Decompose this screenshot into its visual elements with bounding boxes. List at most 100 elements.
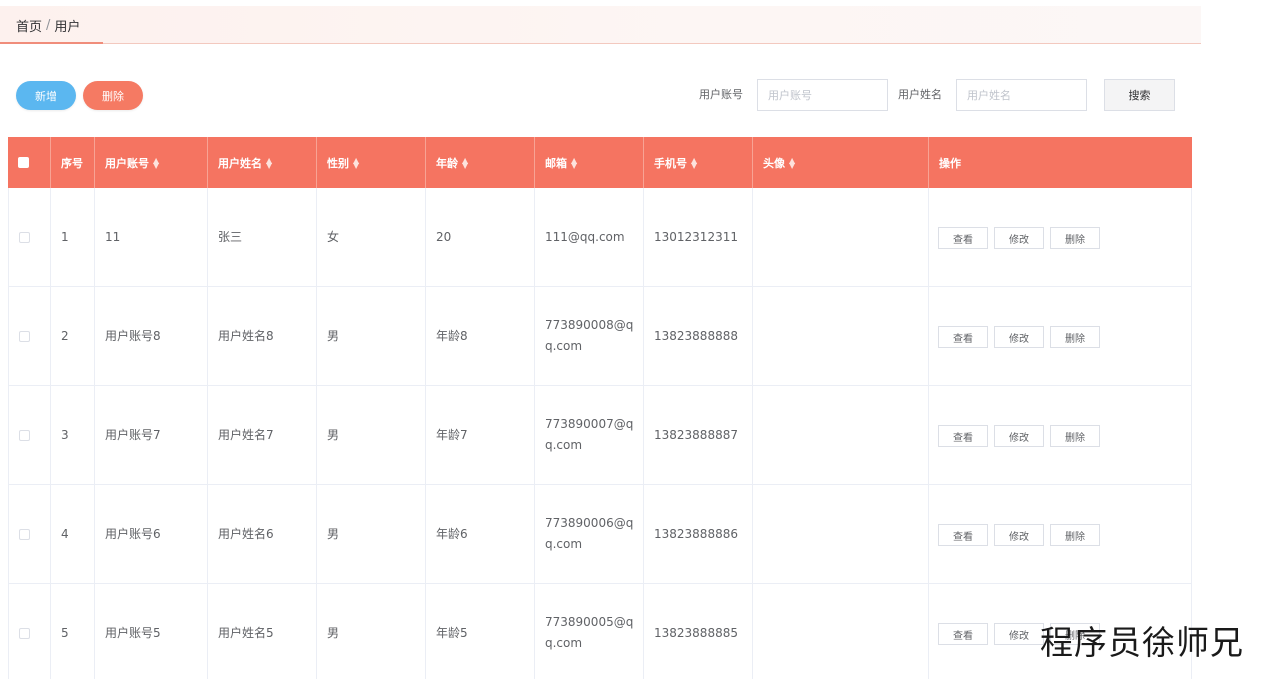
row-checkbox[interactable]	[19, 231, 30, 243]
cell-email: 773890007@qq.com	[535, 386, 644, 484]
cell-name: 用户姓名7	[208, 386, 317, 484]
cell-avatar	[753, 584, 929, 679]
account-search-input[interactable]	[757, 79, 888, 111]
cell-age: 年龄5	[426, 584, 535, 679]
row-checkbox[interactable]	[19, 528, 30, 540]
sort-icon[interactable]: ▲ ▼	[266, 156, 272, 169]
cell-name: 用户姓名8	[208, 287, 317, 385]
sort-icon[interactable]: ▲ ▼	[691, 156, 697, 169]
view-button[interactable]: 查看	[938, 524, 988, 546]
table-row: 4 用户账号6 用户姓名6 男年龄6 773890006@qq.com 138238888…	[8, 485, 1192, 584]
header-age[interactable]: 年龄 ▲ ▼	[426, 137, 535, 188]
cell-gender: 男	[317, 287, 426, 385]
cell-email: 773890008@qq.com	[535, 287, 644, 385]
cell-gender: 男	[317, 584, 426, 679]
select-all-checkbox[interactable]	[18, 157, 29, 168]
view-button[interactable]: 查看	[938, 623, 988, 645]
delete-button[interactable]: 删除	[1050, 425, 1100, 447]
cell-account: 11	[95, 188, 208, 286]
cell-name: 用户姓名5	[208, 584, 317, 679]
cell-avatar	[753, 485, 929, 583]
add-button[interactable]: 新增	[16, 81, 76, 110]
edit-button[interactable]: 修改	[994, 326, 1044, 348]
view-button[interactable]: 查看	[938, 227, 988, 249]
view-button[interactable]: 查看	[938, 326, 988, 348]
sort-icon[interactable]: ▲ ▼	[353, 156, 359, 169]
sort-icon[interactable]: ▲ ▼	[153, 156, 159, 169]
header-email-label: 邮箱	[545, 156, 567, 170]
cell-account: 用户账号6	[95, 485, 208, 583]
cell-actions: 查看 修改 删除	[929, 386, 1192, 484]
edit-button[interactable]: 修改	[994, 227, 1044, 249]
header-email[interactable]: 邮箱 ▲ ▼	[535, 137, 644, 188]
sort-icon[interactable]: ▲ ▼	[462, 156, 468, 169]
sort-icon[interactable]: ▲ ▼	[571, 156, 577, 169]
breadcrumb-active-underline	[0, 42, 103, 44]
header-index-label: 序号	[61, 156, 83, 170]
cell-account: 用户账号8	[95, 287, 208, 385]
cell-age: 年龄8	[426, 287, 535, 385]
cell-gender: 女	[317, 188, 426, 286]
header-age-label: 年龄	[436, 156, 458, 170]
header-account[interactable]: 用户账号 ▲ ▼	[95, 137, 208, 188]
delete-button[interactable]: 删除	[1050, 227, 1100, 249]
cell-age: 20	[426, 188, 535, 286]
cell-account: 用户账号7	[95, 386, 208, 484]
edit-button[interactable]: 修改	[994, 524, 1044, 546]
view-button[interactable]: 查看	[938, 425, 988, 447]
cell-avatar	[753, 287, 929, 385]
cell-phone: 13012312311	[644, 188, 753, 286]
cell-phone: 13823888888	[644, 287, 753, 385]
cell-age: 年龄6	[426, 485, 535, 583]
edit-button[interactable]: 修改	[994, 425, 1044, 447]
row-checkbox[interactable]	[19, 330, 30, 342]
table-row: 3 用户账号7 用户姓名7 男年龄7 773890007@qq.com 138238888…	[8, 386, 1192, 485]
header-gender-label: 性别	[327, 156, 349, 170]
select-all-cell	[8, 137, 51, 188]
header-index: 序号	[51, 137, 95, 188]
cell-index: 2	[51, 287, 95, 385]
batch-delete-button[interactable]: 删除	[83, 81, 143, 110]
header-name[interactable]: 用户姓名 ▲ ▼	[208, 137, 317, 188]
cell-account: 用户账号5	[95, 584, 208, 679]
table-row: 2 用户账号8 用户姓名8 男年龄8 773890008@qq.com 138238888…	[8, 287, 1192, 386]
header-avatar-label: 头像	[763, 156, 785, 170]
cell-phone: 13823888886	[644, 485, 753, 583]
breadcrumb-separator: /	[46, 17, 51, 33]
user-table: 序号 用户账号 ▲ ▼ 用户姓名 ▲ ▼ 性别 ▲ ▼ 年龄 ▲ ▼ 邮箱 ▲ ▼ 手机号 ▲ ▼ 头像…	[8, 137, 1192, 679]
cell-actions: 查看 修改 删除	[929, 485, 1192, 583]
row-select-cell	[8, 485, 51, 583]
cell-age: 年龄7	[426, 386, 535, 484]
header-gender[interactable]: 性别 ▲ ▼	[317, 137, 426, 188]
table-header: 序号 用户账号 ▲ ▼ 用户姓名 ▲ ▼ 性别 ▲ ▼ 年龄 ▲ ▼ 邮箱 ▲ ▼ 手机号 ▲ ▼ 头像…	[8, 137, 1192, 188]
sort-icon[interactable]: ▲ ▼	[789, 156, 795, 169]
breadcrumb-bar: 首页 / 用户	[0, 6, 1201, 44]
search-button[interactable]: 搜索	[1104, 79, 1175, 111]
header-actions-label: 操作	[939, 156, 961, 170]
delete-button[interactable]: 删除	[1050, 524, 1100, 546]
cell-email: 111@qq.com	[535, 188, 644, 286]
breadcrumb-home[interactable]: 首页	[16, 16, 42, 35]
delete-button[interactable]: 删除	[1050, 326, 1100, 348]
cell-avatar	[753, 386, 929, 484]
cell-index: 1	[51, 188, 95, 286]
cell-index: 4	[51, 485, 95, 583]
header-name-label: 用户姓名	[218, 156, 262, 170]
row-checkbox[interactable]	[19, 429, 30, 441]
header-avatar[interactable]: 头像 ▲ ▼	[753, 137, 929, 188]
header-phone[interactable]: 手机号 ▲ ▼	[644, 137, 753, 188]
cell-index: 5	[51, 584, 95, 679]
row-checkbox[interactable]	[19, 627, 30, 639]
header-actions: 操作	[929, 137, 1192, 188]
row-select-cell	[8, 584, 51, 679]
cell-phone: 13823888885	[644, 584, 753, 679]
cell-name: 用户姓名6	[208, 485, 317, 583]
breadcrumb-current: 用户	[54, 19, 81, 35]
user-management-page: 首页 / 用户 新增 删除 用户账号 用户姓名 搜索 序号 用户账号 ▲▼ 用户姓…	[0, 0, 1268, 679]
edit-button[interactable]: 修改	[994, 623, 1044, 645]
cell-email: 773890006@qq.com	[535, 485, 644, 583]
name-search-input[interactable]	[956, 79, 1087, 111]
breadcrumb: 首页 / 用户	[0, 6, 96, 44]
table-row: 1 11 张三女 20 111@qq.com 13012312311 查看 修改 删除	[8, 188, 1192, 287]
cell-actions: 查看 修改 删除	[929, 287, 1192, 385]
